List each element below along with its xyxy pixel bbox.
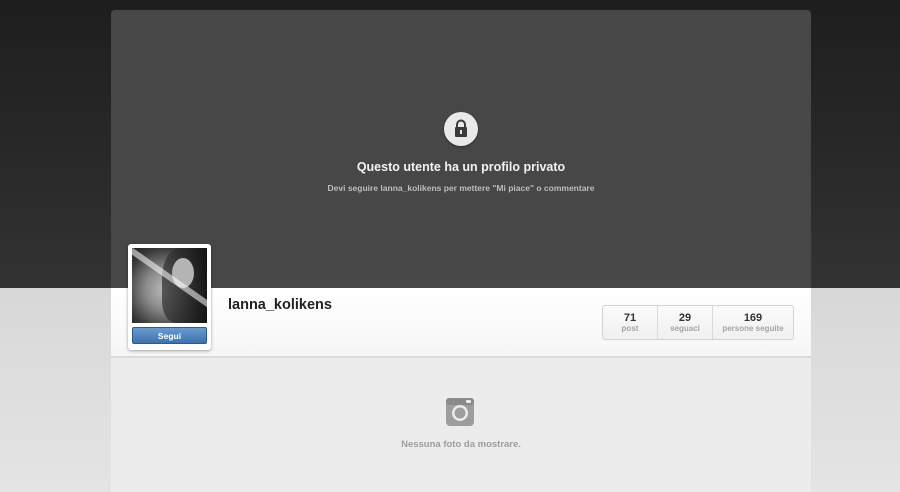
photos-empty-state: Nessuna foto da mostrare.	[111, 358, 811, 492]
lock-icon	[444, 112, 478, 146]
stat-posts: 71 post	[603, 306, 658, 339]
follow-button[interactable]: Segui	[132, 327, 207, 344]
stat-following[interactable]: 169 persone seguite	[713, 306, 793, 339]
private-profile-subtitle: Devi seguire lanna_kolikens per mettere …	[327, 183, 595, 193]
stat-posts-count: 71	[623, 311, 637, 324]
avatar[interactable]	[132, 248, 207, 323]
private-profile-title: Questo utente ha un profilo privato	[356, 160, 566, 174]
stat-following-label: persone seguite	[722, 323, 784, 333]
stat-following-count: 169	[743, 311, 763, 324]
profile-stats: 71 post 29 seguaci 169 persone seguite	[602, 305, 794, 340]
stat-followers-label: seguaci	[670, 323, 700, 333]
profile-bar: lanna_kolikens 71 post 29 seguaci 169 pe…	[111, 288, 811, 357]
avatar-card: Segui	[128, 244, 211, 350]
stat-followers-count: 29	[678, 311, 692, 324]
stat-posts-label: post	[621, 323, 639, 333]
empty-state-text: Nessuna foto da mostrare.	[401, 439, 521, 450]
private-cover: Questo utente ha un profilo privato Devi…	[111, 10, 811, 288]
username[interactable]: lanna_kolikens	[228, 297, 332, 313]
stat-followers[interactable]: 29 seguaci	[658, 306, 713, 339]
camera-icon	[446, 398, 474, 426]
profile-panel: Questo utente ha un profilo privato Devi…	[111, 10, 811, 492]
